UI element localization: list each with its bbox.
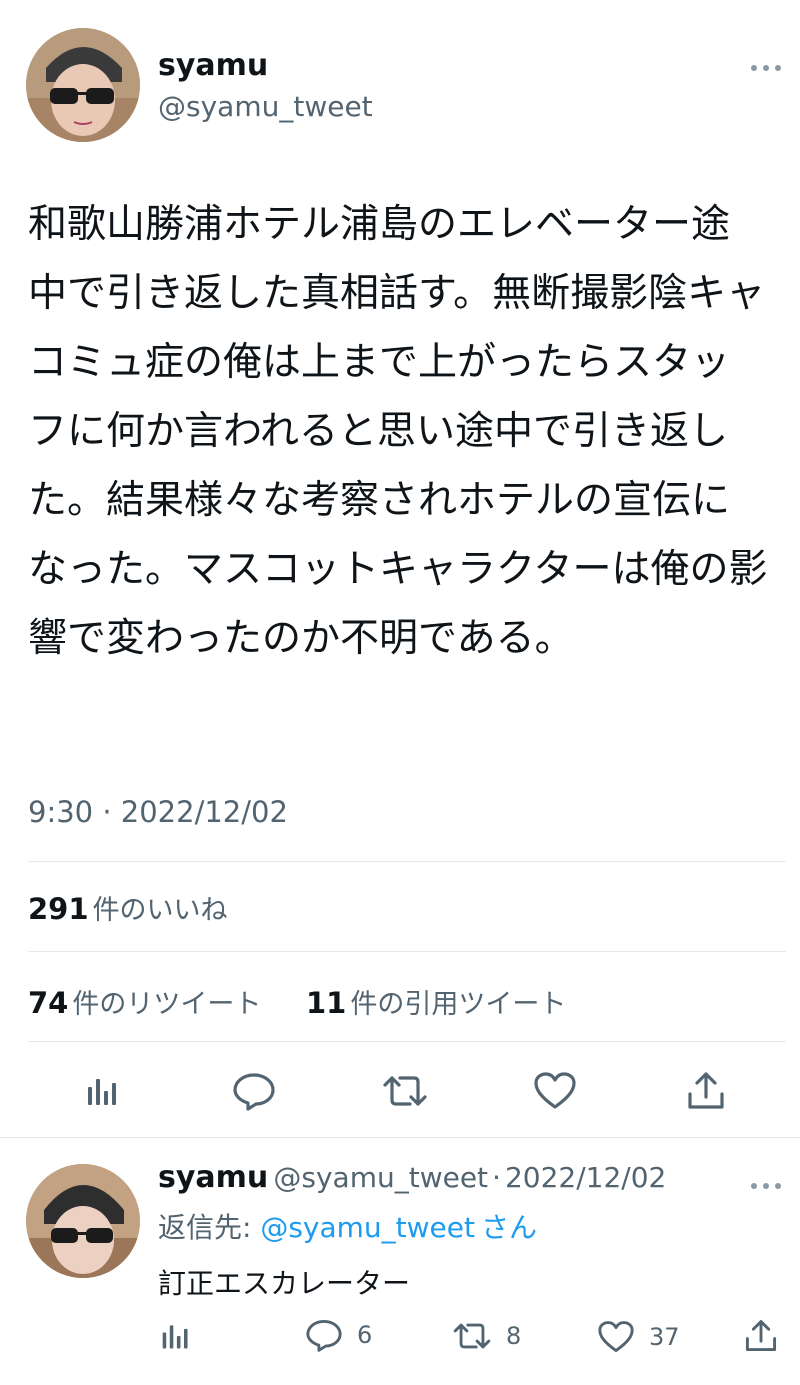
replying-to-prefix: 返信先: bbox=[158, 1211, 252, 1244]
author-handle[interactable]: @syamu_tweet bbox=[158, 90, 373, 123]
analytics-button[interactable] bbox=[76, 1064, 130, 1118]
like-count: 37 bbox=[649, 1323, 680, 1351]
reply-icon bbox=[233, 1073, 275, 1111]
likes-stat[interactable]: 291 件のいいね bbox=[28, 888, 228, 927]
heart-icon bbox=[534, 1072, 576, 1109]
share-icon bbox=[745, 1320, 777, 1352]
reply-text: 訂正エスカレーター bbox=[158, 1267, 411, 1300]
like-button[interactable] bbox=[528, 1064, 582, 1118]
reply-reply-button[interactable]: 6 bbox=[305, 1318, 372, 1352]
reply-share-button[interactable] bbox=[744, 1318, 778, 1354]
reply-date[interactable]: 2022/12/02 bbox=[505, 1161, 666, 1194]
section-divider bbox=[0, 1137, 800, 1138]
reply-icon bbox=[306, 1319, 342, 1352]
reply-header: syamu @syamu_tweet · 2022/12/02 bbox=[158, 1160, 666, 1195]
reply-like-button[interactable]: 37 bbox=[597, 1320, 680, 1354]
retweets-stat[interactable]: 74 件のリツイート bbox=[28, 982, 261, 1021]
divider bbox=[28, 951, 786, 952]
author-name[interactable]: syamu bbox=[158, 48, 268, 83]
replying-to-suffix: さん bbox=[481, 1211, 538, 1244]
separator-dot: · bbox=[492, 1161, 501, 1194]
profile-photo-icon bbox=[26, 1164, 140, 1278]
quotes-label: 件の引用ツイート bbox=[350, 989, 567, 1020]
analytics-icon bbox=[162, 1325, 188, 1349]
retweet-icon bbox=[453, 1323, 491, 1349]
retweet-button[interactable] bbox=[378, 1064, 432, 1118]
avatar[interactable] bbox=[26, 28, 140, 142]
more-icon[interactable] bbox=[750, 1176, 782, 1195]
share-icon bbox=[688, 1072, 724, 1109]
retweet-count: 8 bbox=[506, 1322, 522, 1350]
more-icon[interactable] bbox=[750, 58, 782, 77]
reply-author-handle[interactable]: @syamu_tweet bbox=[273, 1161, 488, 1194]
reply-author-name[interactable]: syamu bbox=[158, 1160, 268, 1195]
tweet-timestamp[interactable]: 9:30 · 2022/12/02 bbox=[28, 795, 288, 829]
quotes-count: 11 bbox=[306, 986, 347, 1020]
likes-count: 291 bbox=[28, 892, 89, 926]
reply-button[interactable] bbox=[227, 1064, 281, 1118]
tweet-text: 和歌山勝浦ホテル浦島のエレベーター途中で引き返した真相話す。無断撮影陰キャコミュ… bbox=[28, 202, 768, 661]
profile-photo-icon bbox=[26, 28, 140, 142]
retweets-label: 件のリツイート bbox=[72, 989, 262, 1020]
reply-avatar[interactable] bbox=[26, 1164, 140, 1278]
heart-icon bbox=[598, 1321, 634, 1353]
retweet-icon bbox=[383, 1076, 427, 1106]
likes-label: 件のいいね bbox=[92, 895, 228, 926]
retweets-count: 74 bbox=[28, 986, 69, 1020]
analytics-icon bbox=[88, 1079, 116, 1105]
reply-retweet-button[interactable]: 8 bbox=[452, 1320, 521, 1352]
divider bbox=[28, 1041, 786, 1042]
replying-to: 返信先: @syamu_tweet さん bbox=[158, 1206, 537, 1246]
reply-count: 6 bbox=[357, 1321, 373, 1349]
divider bbox=[28, 861, 786, 862]
share-button[interactable] bbox=[679, 1064, 733, 1118]
replying-to-link[interactable]: @syamu_tweet bbox=[260, 1211, 475, 1244]
quotes-stat[interactable]: 11 件の引用ツイート bbox=[306, 982, 566, 1021]
reply-analytics-button[interactable] bbox=[160, 1320, 192, 1352]
